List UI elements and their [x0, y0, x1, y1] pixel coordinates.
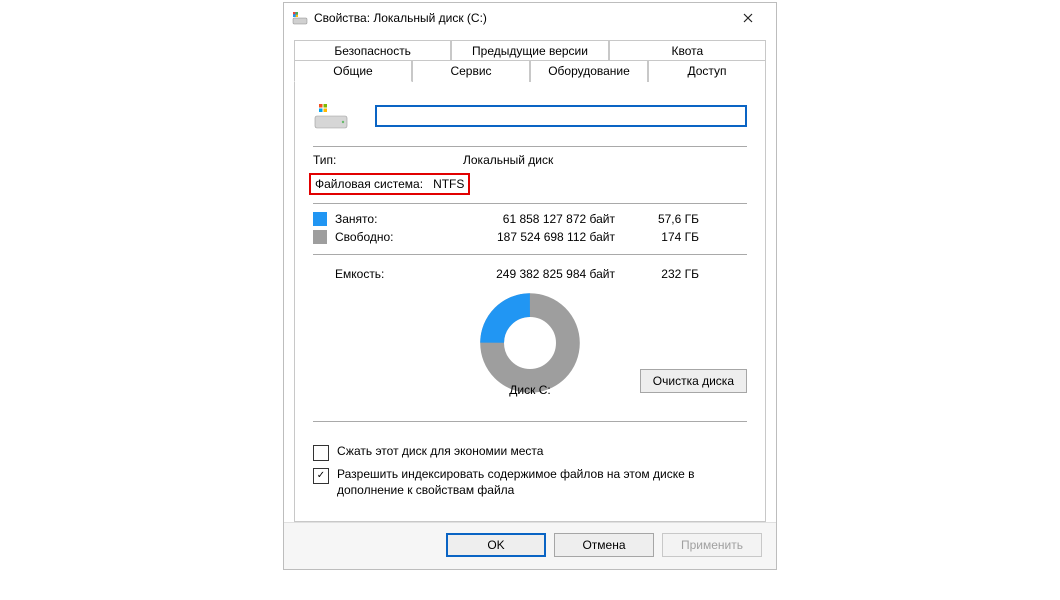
tab-previous-versions[interactable]: Предыдущие версии — [451, 40, 608, 61]
titlebar[interactable]: Свойства: Локальный диск (C:) — [284, 3, 776, 33]
window-title: Свойства: Локальный диск (C:) — [314, 11, 726, 25]
filesystem-label: Файловая система: — [315, 177, 423, 191]
filesystem-highlight: Файловая система: NTFS — [309, 173, 470, 195]
compress-checkbox[interactable] — [313, 445, 329, 461]
capacity-bytes: 249 382 825 984 байт — [445, 267, 639, 281]
tab-hardware[interactable]: Оборудование — [530, 60, 648, 82]
used-label: Занято: — [335, 212, 445, 226]
ok-button[interactable]: OK — [446, 533, 546, 557]
close-button[interactable] — [726, 4, 770, 32]
drive-icon — [313, 100, 349, 132]
dialog-button-row: OK Отмена Применить — [284, 522, 776, 569]
tab-panel-general: Тип: Локальный диск Файловая система: NT… — [294, 82, 766, 522]
usage-donut-chart — [480, 293, 580, 393]
used-gb: 57,6 ГБ — [639, 212, 699, 226]
type-label: Тип: — [313, 153, 463, 167]
properties-dialog: Свойства: Локальный диск (C:) Безопаснос… — [283, 2, 777, 570]
type-value: Локальный диск — [463, 153, 553, 167]
used-bytes: 61 858 127 872 байт — [445, 212, 639, 226]
free-swatch — [313, 230, 327, 244]
tab-tools[interactable]: Сервис — [412, 60, 530, 82]
capacity-gb: 232 ГБ — [639, 267, 699, 281]
cancel-button[interactable]: Отмена — [554, 533, 654, 557]
drive-label-input[interactable] — [375, 105, 747, 127]
tab-general[interactable]: Общие — [294, 60, 412, 82]
tab-security[interactable]: Безопасность — [294, 40, 451, 61]
index-label: Разрешить индексировать содержимое файло… — [337, 467, 747, 498]
apply-button[interactable]: Применить — [662, 533, 762, 557]
drive-title-icon — [292, 10, 308, 26]
compress-checkbox-row[interactable]: Сжать этот диск для экономии места — [313, 444, 747, 461]
free-gb: 174 ГБ — [639, 230, 699, 244]
free-label: Свободно: — [335, 230, 445, 244]
donut-label: Диск C: — [509, 383, 550, 397]
free-bytes: 187 524 698 112 байт — [445, 230, 639, 244]
index-checkbox[interactable] — [313, 468, 329, 484]
filesystem-value: NTFS — [433, 177, 464, 191]
tab-strip: Безопасность Предыдущие версии Квота Общ… — [284, 33, 776, 522]
tab-quota[interactable]: Квота — [609, 40, 766, 61]
used-swatch — [313, 212, 327, 226]
compress-label: Сжать этот диск для экономии места — [337, 444, 747, 460]
index-checkbox-row[interactable]: Разрешить индексировать содержимое файло… — [313, 467, 747, 498]
capacity-label: Емкость: — [313, 267, 445, 281]
disk-cleanup-button[interactable]: Очистка диска — [640, 369, 747, 393]
tab-sharing[interactable]: Доступ — [648, 60, 766, 82]
